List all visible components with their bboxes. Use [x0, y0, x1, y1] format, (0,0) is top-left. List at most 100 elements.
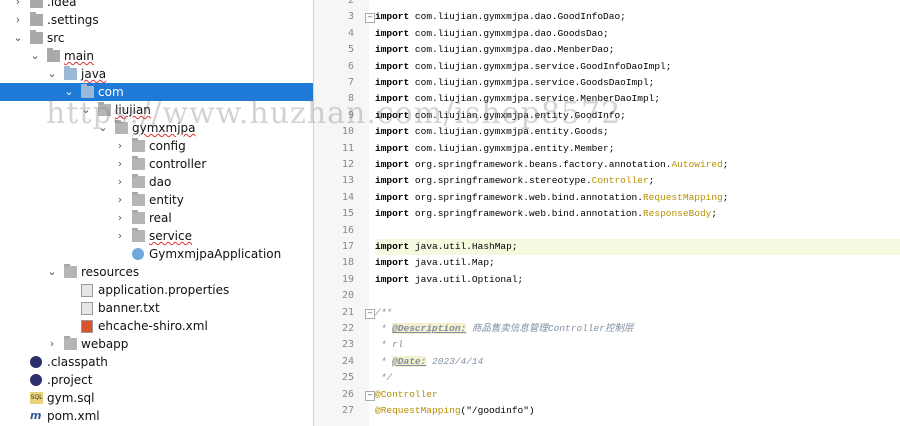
tree-item-webapp[interactable]: › webapp	[0, 335, 313, 353]
line-number: 21	[341, 306, 354, 318]
sql-file-icon: SQL	[30, 392, 43, 404]
tree-item-main[interactable]: ⌄ main	[0, 47, 313, 65]
code-line[interactable]: import java.util.HashMap;	[375, 239, 900, 255]
code-line[interactable]: import java.util.Optional;	[375, 272, 900, 288]
tree-item-com[interactable]: ⌄ com	[0, 83, 313, 101]
line-number: 23	[341, 339, 354, 351]
expand-arrow-icon[interactable]: ›	[114, 155, 126, 173]
code-token: org.springframework.stereotype.	[409, 175, 592, 187]
tree-item-banner[interactable]: banner.txt	[0, 299, 313, 317]
fold-toggle-icon[interactable]: −	[365, 390, 375, 401]
fold-toggle-icon[interactable]: −	[365, 13, 375, 24]
code-editor[interactable]: import com.liujian.gymxmjpa.dao.GoodInfo…	[375, 0, 900, 426]
tree-item-config[interactable]: › config	[0, 137, 313, 155]
tree-item-classpath[interactable]: .classpath	[0, 353, 313, 371]
collapse-arrow-icon[interactable]: ⌄	[46, 263, 58, 281]
tree-item-dao[interactable]: › dao	[0, 173, 313, 191]
expand-arrow-icon[interactable]: ›	[114, 209, 126, 227]
code-token: com.liujian.gymxmjpa.dao.GoodInfoDao;	[409, 11, 626, 23]
code-line[interactable]: * @Description: 商品售卖信息管理Controller控制层	[375, 321, 900, 337]
collapse-arrow-icon[interactable]: ⌄	[97, 119, 109, 137]
fold-toggle-icon[interactable]: −	[365, 308, 375, 319]
collapse-arrow-icon[interactable]: ⌄	[12, 29, 24, 47]
code-token: import	[375, 159, 410, 170]
tree-item-src[interactable]: ⌄ src	[0, 29, 313, 47]
tree-item-ehcache-shiro[interactable]: ehcache-shiro.xml	[0, 317, 313, 335]
code-line[interactable]: import com.liujian.gymxmjpa.dao.GoodInfo…	[375, 9, 900, 25]
tree-item-application-properties[interactable]: application.properties	[0, 281, 313, 299]
tree-item-liujian[interactable]: ⌄ liujian	[0, 101, 313, 119]
tree-item-idea[interactable]: › .idea	[0, 0, 313, 11]
code-line[interactable]: * rl	[375, 337, 900, 353]
code-line[interactable]: import com.liujian.gymxmjpa.service.Good…	[375, 59, 900, 75]
line-number: 16	[341, 224, 354, 236]
tree-item-real[interactable]: › real	[0, 209, 313, 227]
code-token: org.springframework.web.bind.annotation.	[409, 208, 643, 220]
code-token: 2023/4/14	[426, 355, 484, 367]
expand-arrow-icon[interactable]: ›	[12, 0, 24, 11]
code-line[interactable]: import com.liujian.gymxmjpa.dao.GoodsDao…	[375, 26, 900, 42]
line-number: 25	[341, 372, 354, 384]
line-number: 22	[341, 323, 354, 334]
tree-item-label: main	[64, 49, 94, 63]
line-number: 8	[347, 93, 354, 105]
code-line[interactable]: /**	[375, 305, 900, 321]
code-line[interactable]: import org.springframework.stereotype.Co…	[375, 173, 900, 189]
tree-item-gym-sql[interactable]: SQL gym.sql	[0, 389, 313, 407]
tree-item-settings[interactable]: › .settings	[0, 11, 313, 29]
code-line[interactable]	[375, 223, 900, 239]
file-icon	[81, 302, 93, 315]
code-line[interactable]: @RequestMapping("/goodinfo")	[375, 403, 900, 419]
code-line[interactable]: import com.liujian.gymxmjpa.entity.Membe…	[375, 141, 900, 157]
code-line[interactable]: import com.liujian.gymxmjpa.service.Menb…	[375, 91, 900, 107]
code-token: Autowired	[671, 159, 723, 170]
tree-item-controller[interactable]: › controller	[0, 155, 313, 173]
expand-arrow-icon[interactable]: ›	[114, 227, 126, 245]
code-line[interactable]: import com.liujian.gymxmjpa.entity.GoodI…	[375, 108, 900, 124]
expand-arrow-icon[interactable]: ›	[46, 335, 58, 353]
tree-item-project[interactable]: .project	[0, 371, 313, 389]
code-line[interactable]: import org.springframework.web.bind.anno…	[375, 206, 900, 222]
line-number: 27	[341, 405, 354, 416]
code-line[interactable]: import com.liujian.gymxmjpa.entity.Goods…	[375, 124, 900, 140]
code-token: ;	[648, 175, 655, 187]
expand-arrow-icon[interactable]: ›	[12, 11, 24, 29]
eclipse-file-icon	[30, 374, 42, 386]
code-line[interactable]: import java.util.Map;	[375, 255, 900, 271]
collapse-arrow-icon[interactable]: ⌄	[80, 101, 92, 119]
tree-item-resources[interactable]: ⌄ resources	[0, 263, 313, 281]
line-number: 11	[341, 142, 354, 154]
tree-item-entity[interactable]: › entity	[0, 191, 313, 209]
source-folder-icon	[81, 84, 94, 98]
code-line[interactable]	[375, 0, 900, 9]
tree-item-service[interactable]: › service	[0, 227, 313, 245]
tree-item-java[interactable]: ⌄ java	[0, 65, 313, 83]
code-line[interactable]: import com.liujian.gymxmjpa.dao.MenberDa…	[375, 42, 900, 58]
tree-item-label: application.properties	[98, 283, 230, 297]
eclipse-file-icon	[30, 356, 42, 368]
code-line[interactable]: import com.liujian.gymxmjpa.service.Good…	[375, 75, 900, 91]
code-token: RequestMapping	[642, 191, 723, 203]
code-token: java.util.Optional;	[409, 273, 524, 285]
tree-item-label: .settings	[47, 13, 99, 27]
package-icon	[132, 156, 145, 170]
code-line[interactable]: */	[375, 370, 900, 386]
code-token: import	[375, 77, 410, 88]
tree-item-label: gymxmjpa	[132, 121, 196, 135]
tree-item-pom[interactable]: m pom.xml	[0, 407, 313, 425]
collapse-arrow-icon[interactable]: ⌄	[63, 83, 75, 101]
expand-arrow-icon[interactable]: ›	[114, 191, 126, 209]
code-line[interactable]: * @Date: 2023/4/14	[375, 354, 900, 370]
expand-arrow-icon[interactable]: ›	[114, 137, 126, 155]
expand-arrow-icon[interactable]: ›	[114, 173, 126, 191]
tree-item-label: banner.txt	[98, 301, 160, 315]
collapse-arrow-icon[interactable]: ⌄	[46, 65, 58, 83]
tree-item-gymxmjpa-application[interactable]: GymxmjpaApplication	[0, 245, 313, 263]
code-line[interactable]	[375, 288, 900, 304]
code-line[interactable]: import org.springframework.web.bind.anno…	[375, 190, 900, 206]
code-line[interactable]: import org.springframework.beans.factory…	[375, 157, 900, 173]
tree-item-gymxmjpa[interactable]: ⌄ gymxmjpa	[0, 119, 313, 137]
code-token: import	[375, 241, 410, 252]
collapse-arrow-icon[interactable]: ⌄	[29, 47, 41, 65]
code-line[interactable]: @Controller	[375, 387, 900, 403]
